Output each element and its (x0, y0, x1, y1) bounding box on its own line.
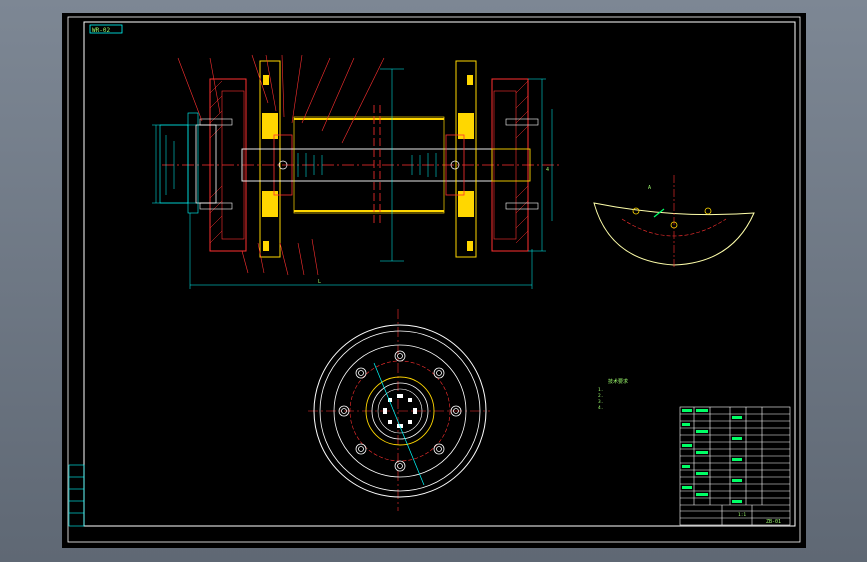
drawing-viewport[interactable]: WR-02 L 4 A 技术要求 1. 2. 3. 4. 1:1 ZB-01 (62, 13, 806, 548)
section-label: A (648, 185, 651, 191)
front-view-flange (308, 309, 490, 511)
assembly-section-view: L 4 (152, 54, 562, 289)
sheet-border-inner (83, 21, 796, 527)
title-tag: WR-02 (92, 27, 110, 34)
notes-heading: 技术要求 (608, 378, 628, 385)
left-gear-ring (259, 60, 281, 258)
overall-dimension-label: L (318, 279, 321, 285)
note-3: 3. (598, 399, 603, 405)
sheet-label: 1:1 (738, 512, 746, 518)
cad-drawing: WR-02 L 4 A 技术要求 1. 2. 3. 4. 1:1 ZB-01 (67, 16, 801, 543)
note-1: 1. (598, 387, 603, 393)
right-gear-ring (455, 60, 477, 258)
technical-notes: 技术要求 1. 2. 3. 4. (598, 378, 628, 411)
side-dimension-label: 4 (546, 167, 549, 173)
revision-block (68, 464, 85, 527)
title-block (679, 406, 791, 526)
note-2: 2. (598, 393, 603, 399)
part-number: ZB-01 (766, 519, 781, 525)
section-view-arc: A (593, 175, 755, 269)
note-4: 4. (598, 405, 603, 411)
